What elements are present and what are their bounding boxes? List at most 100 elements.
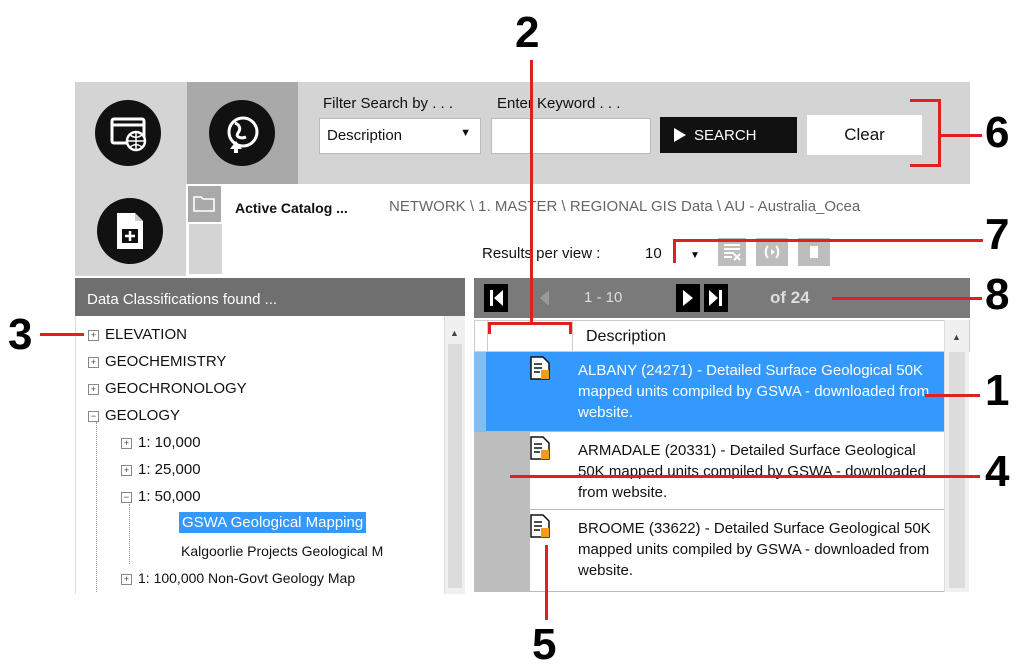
table-clear-icon bbox=[724, 244, 741, 261]
callout-number: 3 bbox=[8, 310, 33, 359]
callout-line bbox=[530, 60, 533, 324]
clear-filter-button[interactable] bbox=[718, 238, 746, 266]
tree-item-geology[interactable]: − GEOLOGY bbox=[88, 407, 180, 424]
result-row[interactable]: ARMADALE (20331) - Detailed Surface Geol… bbox=[474, 432, 944, 510]
tree-item-label: 1: 10,000 bbox=[138, 434, 201, 451]
filter-label: Filter Search by . . . bbox=[323, 95, 454, 112]
last-page-icon bbox=[709, 290, 722, 306]
play-icon bbox=[674, 128, 686, 142]
result-row[interactable]: ALBANY (24271) - Detailed Surface Geolog… bbox=[474, 352, 944, 432]
tree-item-label: 1: 50,000 bbox=[138, 488, 201, 505]
tree-item-elevation[interactable]: + ELEVATION bbox=[88, 326, 187, 343]
description-column-header[interactable]: Description bbox=[586, 328, 666, 346]
callout-number: 1 bbox=[985, 366, 1010, 415]
active-catalog-label: Active Catalog ... bbox=[235, 200, 348, 216]
callout-line bbox=[673, 239, 676, 263]
row-description: ALBANY (24271) - Detailed Surface Geolog… bbox=[578, 362, 930, 421]
row-description: ARMADALE (20331) - Detailed Surface Geol… bbox=[578, 442, 926, 501]
broadcast-button[interactable] bbox=[756, 238, 788, 266]
row-description: BROOME (33622) - Detailed Surface Geolog… bbox=[578, 520, 931, 579]
callout-bracket bbox=[910, 99, 940, 102]
tree-item-label: GEOCHEMISTRY bbox=[105, 353, 227, 370]
keyword-label: Enter Keyword . . . bbox=[497, 95, 621, 112]
row-selector[interactable] bbox=[474, 510, 530, 592]
add-document-icon bbox=[97, 198, 163, 264]
document-icon bbox=[530, 356, 550, 380]
clear-button[interactable]: Clear bbox=[807, 115, 922, 155]
tree-item-50000[interactable]: −1: 50,000 bbox=[121, 488, 201, 505]
expand-icon[interactable]: + bbox=[88, 329, 99, 341]
callout-line bbox=[569, 322, 572, 334]
previous-page-button[interactable] bbox=[534, 284, 556, 312]
web-map-button[interactable] bbox=[75, 82, 186, 184]
tree-item-geochemistry[interactable]: + GEOCHEMISTRY bbox=[88, 353, 226, 370]
page-total: of 24 bbox=[770, 288, 810, 308]
stop-icon bbox=[810, 246, 818, 258]
column-divider bbox=[572, 321, 573, 351]
document-icon bbox=[530, 436, 550, 460]
next-page-button[interactable] bbox=[676, 284, 700, 312]
tree-guide bbox=[129, 504, 130, 564]
tree-item-gswa-geological-mapping[interactable]: GSWA Geological Mapping bbox=[179, 512, 367, 533]
tree-item-10000[interactable]: +1: 10,000 bbox=[121, 434, 201, 451]
callout-number: 8 bbox=[985, 270, 1010, 319]
callout-bracket bbox=[938, 99, 941, 167]
scroll-up-icon[interactable]: ▲ bbox=[952, 332, 961, 342]
last-page-button[interactable] bbox=[704, 284, 728, 312]
scroll-up-icon[interactable]: ▲ bbox=[450, 328, 459, 338]
tree-item-25000[interactable]: +1: 25,000 bbox=[121, 461, 201, 478]
callout-line bbox=[673, 239, 983, 242]
web-map-icon bbox=[95, 100, 161, 166]
tree-item-label: GEOLOGY bbox=[105, 407, 181, 424]
add-document-button[interactable] bbox=[75, 184, 186, 276]
row-selector[interactable] bbox=[474, 352, 486, 432]
tree-item-label: GSWA Geological Mapping bbox=[179, 512, 367, 533]
chevron-down-icon[interactable]: ▼ bbox=[690, 250, 700, 261]
callout-line bbox=[940, 134, 982, 137]
callout-line bbox=[40, 333, 84, 336]
search-button[interactable]: SEARCH bbox=[660, 117, 797, 153]
first-page-button[interactable] bbox=[484, 284, 508, 312]
stop-button[interactable] bbox=[798, 238, 830, 266]
catalog-side-panel bbox=[189, 224, 222, 274]
tree-item-100000[interactable]: +1: 100,000 Non-Govt Geology Map bbox=[121, 570, 355, 586]
broadcast-icon bbox=[764, 245, 780, 259]
collapse-icon[interactable]: − bbox=[121, 491, 132, 503]
callout-number: 7 bbox=[985, 210, 1010, 259]
expand-icon[interactable]: + bbox=[121, 464, 132, 476]
tree-scrollbar[interactable]: ▲ bbox=[444, 316, 465, 594]
of-label: of bbox=[770, 288, 787, 307]
catalog-folder-button[interactable] bbox=[188, 186, 221, 222]
results-scroll-thumb[interactable] bbox=[949, 352, 965, 588]
callout-line bbox=[510, 475, 980, 478]
next-page-icon bbox=[683, 290, 693, 306]
callout-line bbox=[925, 394, 980, 397]
callout-line bbox=[488, 322, 572, 325]
document-icon bbox=[530, 514, 550, 538]
search-button-label: SEARCH bbox=[694, 126, 757, 144]
results-per-view-value[interactable]: 10 bbox=[645, 245, 662, 262]
callout-number: 2 bbox=[515, 8, 540, 57]
tree-item-geochronology[interactable]: + GEOCHRONOLOGY bbox=[88, 380, 247, 397]
keyword-input[interactable] bbox=[491, 118, 651, 154]
page-range: 1 - 10 bbox=[584, 289, 623, 306]
filter-select[interactable]: Description ▼ bbox=[319, 118, 481, 154]
clear-button-label: Clear bbox=[844, 125, 885, 144]
tree-item-label: Kalgoorlie Projects Geological M bbox=[181, 543, 384, 559]
tree-guide bbox=[96, 422, 97, 592]
first-page-icon bbox=[490, 290, 503, 306]
tree-item-kalgoorlie[interactable]: Kalgoorlie Projects Geological M bbox=[181, 543, 383, 559]
row-selector[interactable] bbox=[474, 432, 530, 510]
expand-icon[interactable]: + bbox=[88, 383, 99, 395]
results-scrollbar[interactable]: ▲ bbox=[944, 320, 969, 592]
tree-item-label: GEOCHRONOLOGY bbox=[105, 380, 247, 397]
globe-upload-button[interactable] bbox=[187, 82, 298, 184]
classification-tree: + ELEVATION + GEOCHEMISTRY + GEOCHRONOLOGY … bbox=[75, 316, 465, 594]
collapse-icon[interactable]: − bbox=[88, 410, 99, 422]
expand-icon[interactable]: + bbox=[121, 437, 132, 449]
callout-number: 4 bbox=[985, 447, 1010, 496]
expand-icon[interactable]: + bbox=[121, 573, 132, 585]
tree-scroll-thumb[interactable] bbox=[448, 344, 462, 588]
chevron-down-icon[interactable]: ▼ bbox=[460, 127, 471, 139]
expand-icon[interactable]: + bbox=[88, 356, 99, 368]
